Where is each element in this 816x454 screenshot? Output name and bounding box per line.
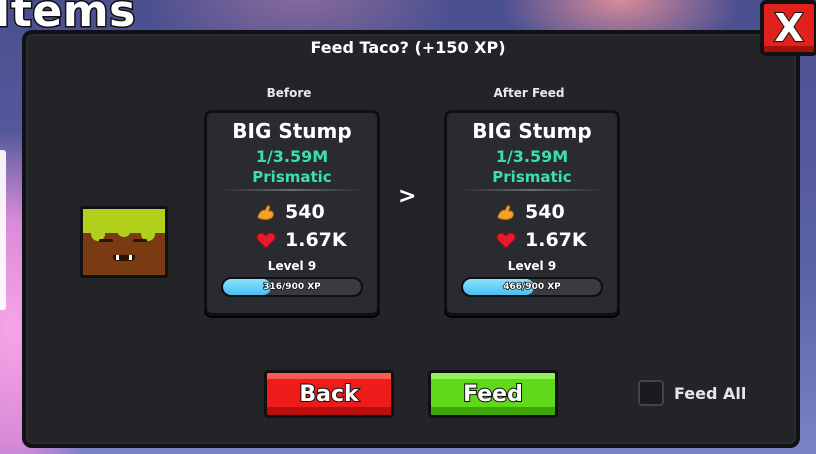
health-value: 1.67K <box>525 229 587 251</box>
before-card: BIG Stump 1/3.59M Prismatic 540 1.67K Le… <box>204 110 380 316</box>
feed-all-toggle[interactable]: Feed All <box>638 380 746 406</box>
heart-icon <box>256 232 276 249</box>
arrow-indicator: > <box>398 184 417 209</box>
taco-pet-icon <box>80 206 168 278</box>
pet-name: BIG Stump <box>232 119 352 143</box>
before-label: Before <box>266 86 312 100</box>
power-stat: 540 <box>495 201 565 223</box>
level-label: Level 9 <box>267 259 317 273</box>
pet-name: BIG Stump <box>472 119 592 143</box>
feed-button[interactable]: Feed <box>428 370 558 418</box>
xp-bar: 466/900 XP <box>461 277 603 297</box>
divider <box>461 189 603 191</box>
dialog-title: Feed Taco? (+150 XP) <box>310 38 506 57</box>
pet-rarity: Prismatic <box>252 168 332 186</box>
divider <box>221 189 363 191</box>
health-stat: 1.67K <box>495 229 587 251</box>
flexed-arm-icon <box>497 205 514 221</box>
feed-all-checkbox[interactable] <box>638 380 664 406</box>
flexed-arm-icon <box>257 205 274 221</box>
xp-text: 316/900 XP <box>262 281 321 293</box>
side-tab <box>0 150 6 310</box>
power-value: 540 <box>285 201 325 223</box>
pet-count: 1/3.59M <box>255 147 329 166</box>
power-stat: 540 <box>255 201 325 223</box>
heart-icon <box>496 232 516 249</box>
power-value: 540 <box>525 201 565 223</box>
xp-bar: 316/900 XP <box>221 277 363 297</box>
health-stat: 1.67K <box>255 229 347 251</box>
pet-rarity: Prismatic <box>492 168 572 186</box>
pet-count: 1/3.59M <box>495 147 569 166</box>
health-value: 1.67K <box>285 229 347 251</box>
after-label: After Feed <box>493 86 565 100</box>
level-label: Level 9 <box>507 259 557 273</box>
after-card: BIG Stump 1/3.59M Prismatic 540 1.67K Le… <box>444 110 620 316</box>
feed-all-label: Feed All <box>674 383 747 403</box>
back-button[interactable]: Back <box>264 370 394 418</box>
xp-text: 466/900 XP <box>502 281 561 293</box>
